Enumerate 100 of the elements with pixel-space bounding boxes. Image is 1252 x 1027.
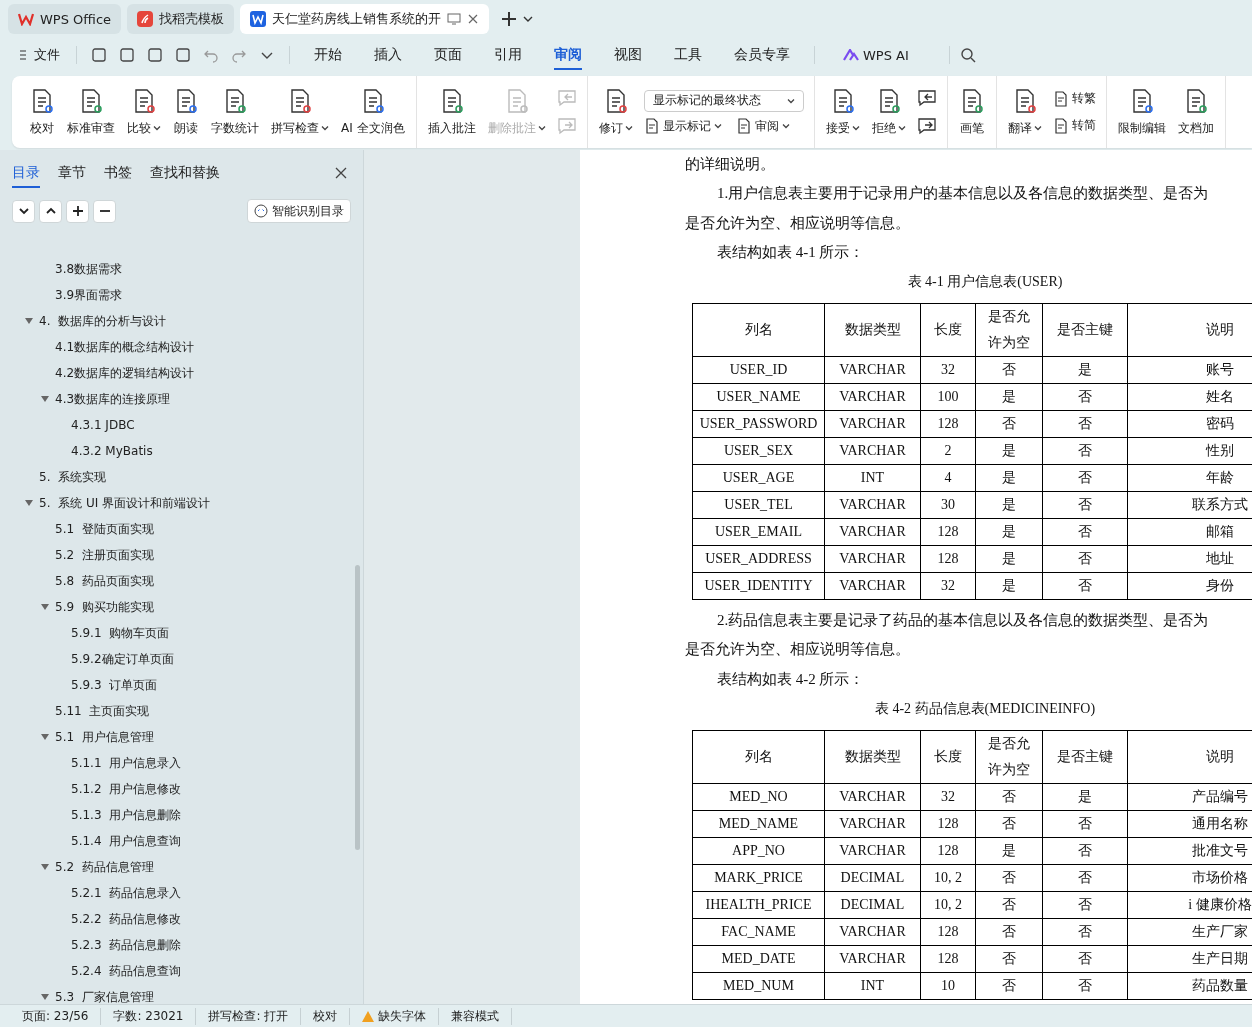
status-item[interactable]: 页面: 23/56 [10,1007,102,1025]
table-cell: FAC_NAME [692,918,825,946]
table-cell: 否 [975,356,1043,384]
expanded-triangle-icon[interactable] [41,395,49,404]
ribbon-button[interactable]: 接受 [820,83,865,141]
table-cell: VARCHAR [824,491,921,519]
ribbon-button[interactable]: 拼写检查 [266,83,334,141]
comment-icon[interactable] [916,89,937,107]
expanded-triangle-icon[interactable] [25,317,33,326]
file-menu[interactable]: 文件 [14,42,66,68]
status-item[interactable]: 校对 [301,1007,351,1025]
expanded-triangle-icon[interactable] [25,499,33,508]
scrollbar[interactable] [355,565,360,850]
toc-item[interactable]: 5.1.2 用户信息修改 [71,780,182,798]
toc-item[interactable]: 5.1.4 用户信息查询 [71,832,182,850]
ribbon-button[interactable]: 校对 [24,83,60,141]
panel-tab[interactable]: 查找和替换 [150,159,220,186]
ribbon-tab[interactable]: 插入 [360,40,416,70]
ribbon-button[interactable]: 翻译 [1002,83,1047,141]
toc-item[interactable]: 3.8数据需求 [55,260,123,278]
toc-item[interactable]: 5.9.2确定订单页面 [71,650,174,668]
toc-item[interactable]: 4.3.1 JDBC [71,418,135,433]
ribbon-button[interactable]: 字数统计 [206,83,264,141]
ribbon-tab[interactable]: 页面 [420,40,476,70]
ribbon-tab[interactable]: 工具 [660,40,716,70]
table-cell: VARCHAR [824,945,921,973]
toc-item[interactable]: 5.2.4 药品信息查询 [71,962,182,980]
toc-item[interactable]: 5.2 药品信息管理 [55,858,154,876]
ribbon-button[interactable]: 文档加 [1172,83,1219,141]
comment-icon[interactable] [916,117,937,135]
markup-select[interactable]: 显示标记的最终状态 [643,89,804,112]
ribbon-button[interactable]: 标准审查 [62,83,120,141]
toc-item[interactable]: 5.1 登陆页面实现 [55,520,154,538]
panel-tab[interactable]: 目录 [12,159,40,186]
expanded-triangle-icon[interactable] [41,863,49,872]
toc-item[interactable]: 5.9.3 订单页面 [71,676,158,694]
header-cell: 数据类型 [824,303,921,357]
panel-tab[interactable]: 书签 [104,159,132,186]
header-cell: 是否允许为空 [975,303,1043,357]
app-tab[interactable]: 天仁堂药房线上销售系统的开 [240,4,490,34]
ribbon-button[interactable]: 插入批注 [422,83,481,141]
toc-item[interactable]: 5.9 购买功能实现 [55,598,154,616]
toc-item[interactable]: 5.1 用户信息管理 [55,728,154,746]
app-tab[interactable]: 找稻壳模板 [127,4,235,34]
toc-item[interactable]: 4. 数据库的分析与设计 [39,312,167,330]
toc-item[interactable]: 5.2 注册页面实现 [55,546,154,564]
toc-item[interactable]: 5.11 主页面实现 [55,702,150,720]
ribbon-button[interactable]: AI 全文润色 [336,83,410,141]
toc-item[interactable]: 4.2数据库的逻辑结构设计 [55,364,195,382]
toc-item[interactable]: 4.3.2 MyBatis [71,444,153,459]
ribbon-tab[interactable]: 会员专享 [720,40,804,70]
toc-item[interactable]: 4.1数据库的概念结构设计 [55,338,195,356]
ribbon-tab[interactable]: 视图 [600,40,656,70]
ribbon-button[interactable]: 画笔 [953,83,990,141]
toc-item[interactable]: 5.1.1 用户信息录入 [71,754,182,772]
expanded-triangle-icon[interactable] [41,603,49,612]
ribbon-tab[interactable]: 开始 [300,40,356,70]
toc-item[interactable]: 5. 系统 UI 界面设计和前端设计 [39,494,211,512]
ribbon-tab[interactable]: 审阅 [540,40,596,70]
toc-item[interactable]: 5.8 药品页面实现 [55,572,154,590]
chevron-down-icon[interactable] [523,15,534,23]
ribbon-button[interactable]: 审阅 [735,117,790,135]
panel-tab[interactable]: 章节 [58,159,86,186]
ribbon-tab[interactable]: 引用 [480,40,536,70]
plus-icon[interactable] [501,11,518,27]
expanded-triangle-icon[interactable] [41,993,49,1002]
ribbon-button[interactable]: 拒绝 [866,83,911,141]
status-item[interactable]: 兼容模式 [439,1007,513,1025]
table-cell: 否 [975,783,1043,811]
remove-button[interactable] [93,199,116,223]
table-cell: USER_AGE [692,464,825,492]
table-cell: 否 [1042,437,1128,465]
toc-item[interactable]: 4.3数据库的连接原理 [55,390,171,408]
toc-item[interactable]: 5.3 厂家信息管理 [55,988,154,1004]
expand-button[interactable] [12,199,35,223]
status-item[interactable]: 拼写检查: 打开 [196,1007,302,1025]
ribbon-button[interactable]: 修订 [593,83,638,141]
app-tab[interactable]: WPS Office [8,4,122,34]
ribbon-button[interactable]: 比较 [122,83,166,141]
toc-item[interactable]: 5.1.3 用户信息删除 [71,806,182,824]
ribbon-button[interactable]: 限制编辑 [1112,83,1171,141]
expanded-triangle-icon[interactable] [41,733,49,742]
add-button[interactable] [66,199,89,223]
collapse-button[interactable] [39,199,62,223]
status-item[interactable]: 字数: 23021 [101,1007,197,1025]
toc-item[interactable]: 5.2.1 药品信息录入 [71,884,182,902]
toc-item[interactable]: 5. 系统实现 [39,468,107,486]
search-icon[interactable] [959,47,976,63]
toc-item[interactable]: 5.2.2 药品信息修改 [71,910,182,928]
ribbon-button[interactable]: 朗读 [168,83,204,141]
toc-item[interactable]: 5.2.3 药品信息删除 [71,936,182,954]
close-icon[interactable] [467,13,480,25]
toc-item[interactable]: 5.9.1 购物车页面 [71,624,170,642]
status-item[interactable]: 缺失字体 [350,1007,440,1025]
ribbon-button[interactable]: 显示标记 [643,117,722,135]
toc-item[interactable]: 3.9界面需求 [55,286,123,304]
wps-ai-button[interactable]: WPS AI [837,43,915,67]
smart-toc-button[interactable]: 智能识别目录 [247,199,351,224]
ribbon-button[interactable]: 转简 [1052,117,1096,134]
ribbon-button[interactable]: 转繁 [1052,90,1096,107]
